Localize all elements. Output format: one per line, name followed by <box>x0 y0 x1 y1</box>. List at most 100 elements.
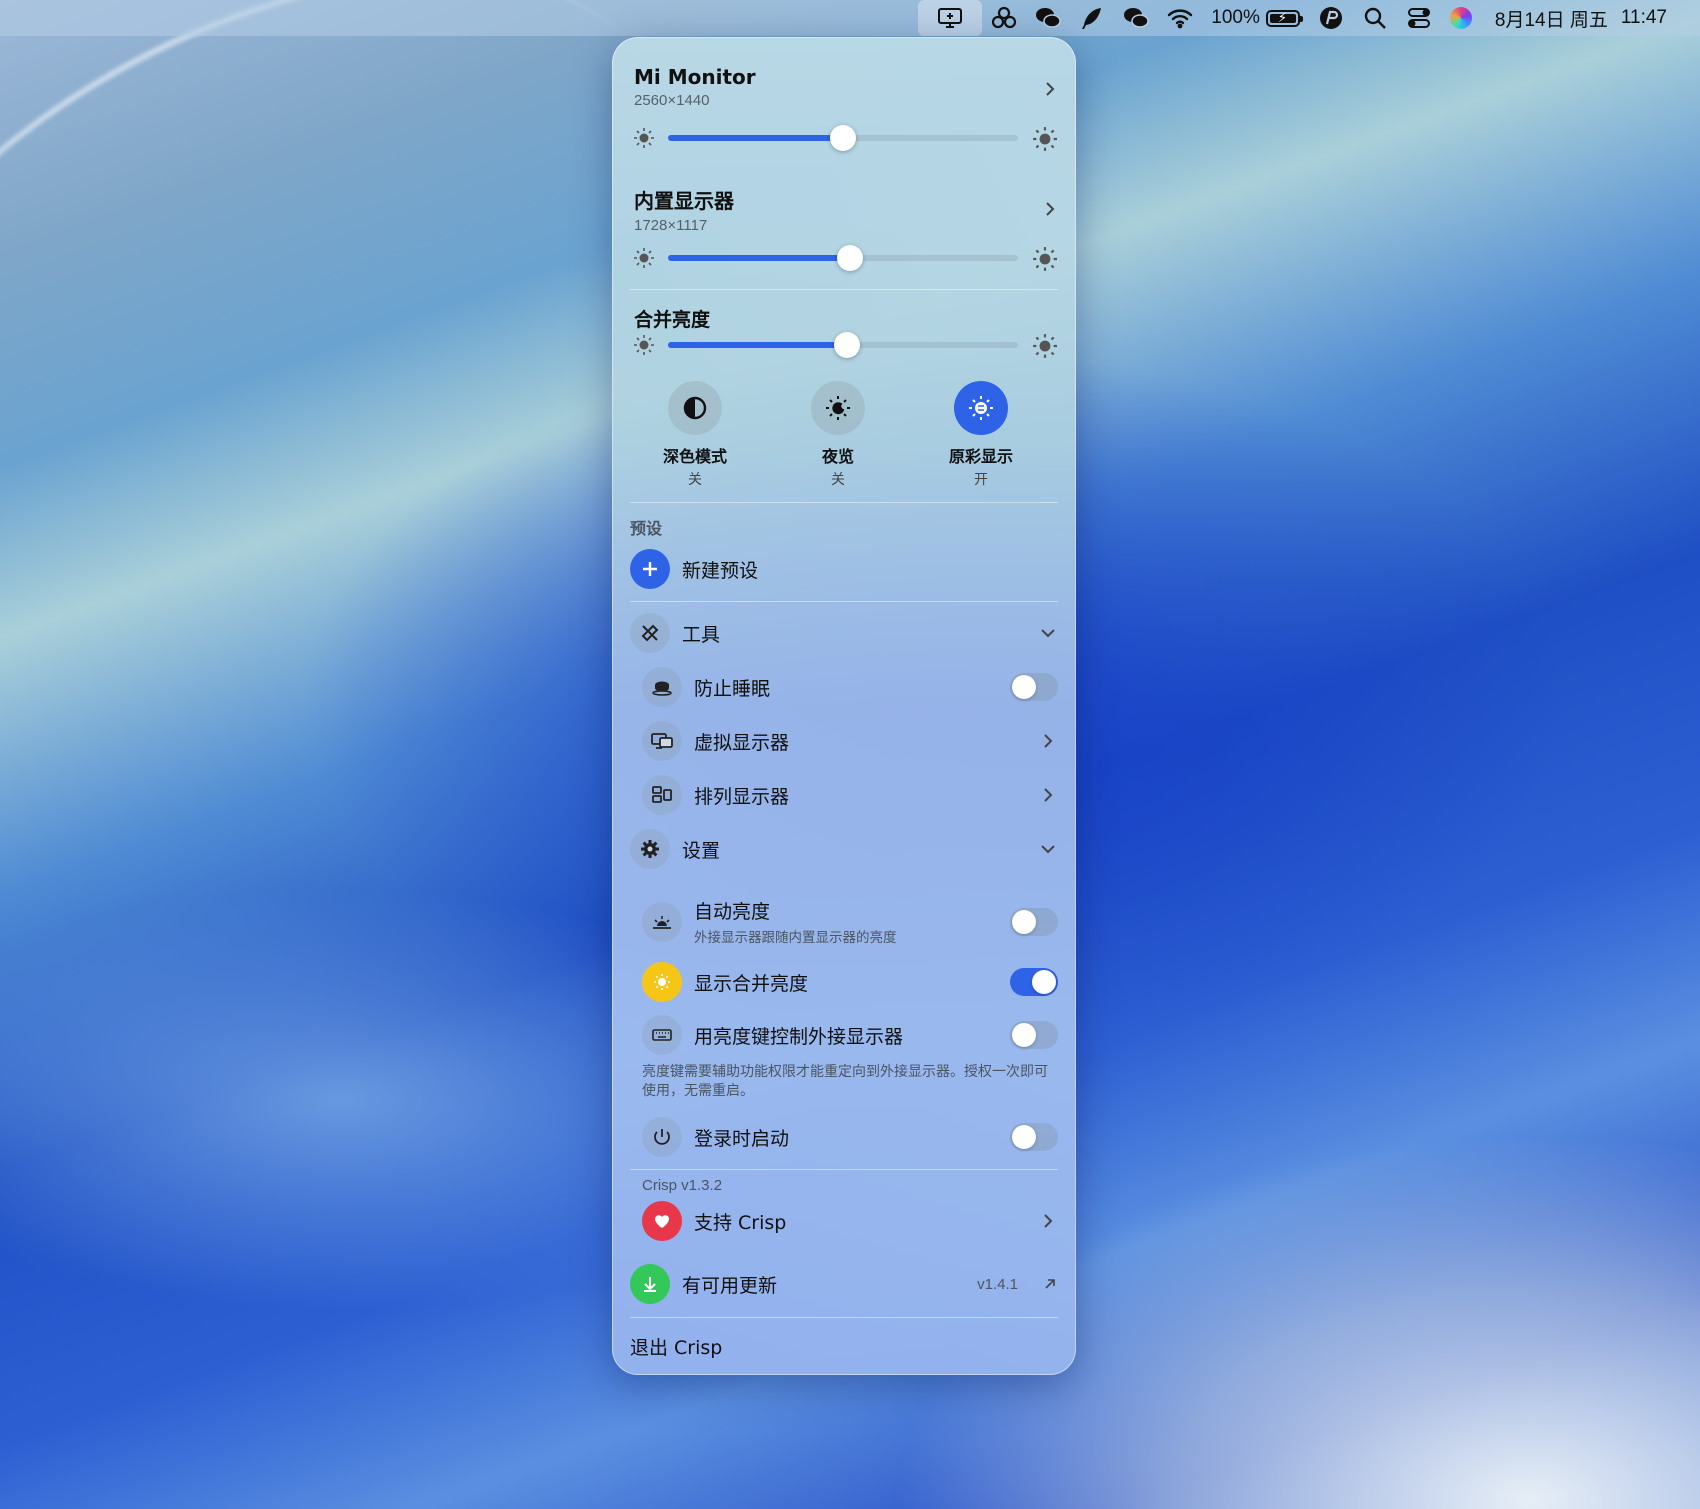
power-icon <box>642 1117 682 1157</box>
cluster-icon[interactable] <box>982 0 1026 36</box>
brightness-slider-builtin[interactable] <box>668 245 1018 271</box>
prevent-sleep-toggle[interactable] <box>1010 673 1058 701</box>
crisp-menu-panel: Mi Monitor 2560×1440 内置显示器 1728×1117 合并亮… <box>612 37 1076 1375</box>
show-combined-label: 显示合并亮度 <box>694 972 809 995</box>
wifi-icon[interactable] <box>1158 0 1202 36</box>
slider-fill <box>668 255 850 261</box>
support-crisp-label: 支持 Crisp <box>694 1211 787 1234</box>
brightness-keys-toggle[interactable] <box>1010 1021 1058 1049</box>
show-combined-toggle[interactable] <box>1010 968 1058 996</box>
chevron-right-icon[interactable] <box>1040 199 1060 219</box>
chevron-right-icon[interactable] <box>1040 79 1060 99</box>
plus-icon <box>630 549 670 589</box>
mode-night-shift[interactable]: 夜览 关 <box>793 381 883 489</box>
display-name: Mi Monitor <box>634 65 756 89</box>
half-circle-icon <box>683 396 707 420</box>
chevron-down-icon <box>1041 629 1055 638</box>
menubar-date[interactable]: 8月14日 周五 <box>1481 0 1617 36</box>
sun-icon <box>642 962 682 1002</box>
night-shift-button[interactable] <box>811 381 865 435</box>
divider <box>630 1169 1058 1170</box>
divider <box>630 289 1058 290</box>
search-icon[interactable] <box>1353 0 1397 36</box>
sunrise-icon <box>642 901 682 942</box>
battery-icon: ⚡ <box>1265 9 1303 27</box>
mode-true-tone[interactable]: 原彩显示 开 <box>936 381 1026 489</box>
divider <box>630 601 1058 602</box>
auto-brightness-subtitle: 外接显示器跟随内置显示器的亮度 <box>694 930 897 946</box>
tool-row-virtual-display[interactable]: 虚拟显示器 <box>642 721 1058 761</box>
new-preset-row[interactable]: 新建预设 <box>630 549 758 589</box>
dark-mode-button[interactable] <box>668 381 722 435</box>
virtual-display-label: 虚拟显示器 <box>694 731 790 754</box>
slider-fill <box>668 342 847 348</box>
heart-icon <box>642 1201 682 1241</box>
setting-row-login[interactable]: 登录时启动 <box>642 1117 1058 1157</box>
update-version: v1.4.1 <box>977 1275 1018 1293</box>
crisp-display-icon[interactable] <box>918 0 983 36</box>
app-version: Crisp v1.3.2 <box>642 1177 723 1194</box>
settings-section-header[interactable]: 设置 <box>630 829 1058 869</box>
mode-state: 关 <box>688 472 702 488</box>
display-resolution: 1728×1117 <box>634 217 708 234</box>
update-row[interactable]: 有可用更新 v1.4.1 <box>630 1264 1058 1304</box>
feather-icon[interactable] <box>1070 0 1114 36</box>
mode-label: 夜览 <box>821 447 854 466</box>
slider-fill <box>668 135 843 141</box>
quit-crisp-button[interactable]: 退出 Crisp <box>630 1333 722 1360</box>
true-tone-button[interactable] <box>954 381 1008 435</box>
mode-dark[interactable]: 深色模式 关 <box>650 381 740 489</box>
brightness-keys-label: 用亮度键控制外接显示器 <box>694 1025 904 1048</box>
sun-bright-icon <box>1033 247 1057 271</box>
brightness-slider-combined[interactable] <box>668 332 1018 358</box>
sun-dim-icon <box>634 128 654 148</box>
sun-bright-icon <box>1033 334 1057 358</box>
tools-section-header[interactable]: 工具 <box>630 613 1058 653</box>
auto-brightness-toggle[interactable] <box>1010 907 1058 936</box>
keyboard-icon <box>642 1015 682 1055</box>
gear-icon <box>630 829 670 869</box>
support-crisp-row[interactable]: 支持 Crisp <box>642 1201 1058 1241</box>
wechat-icon[interactable] <box>1026 0 1070 36</box>
pixelmator-icon[interactable] <box>1309 0 1353 36</box>
tools-icon <box>630 613 670 653</box>
mode-label: 原彩显示 <box>948 447 1013 466</box>
coffee-cup-icon <box>642 667 682 707</box>
slider-knob[interactable] <box>833 332 860 358</box>
display-header-mi-monitor[interactable]: Mi Monitor 2560×1440 <box>634 65 756 109</box>
setting-row-brightness-keys[interactable]: 用亮度键控制外接显示器 <box>642 1015 1058 1055</box>
sun-bright-icon <box>1033 127 1057 151</box>
tool-row-prevent-sleep[interactable]: 防止睡眠 <box>642 667 1058 707</box>
wechat-icon[interactable] <box>1114 0 1158 36</box>
external-arrow-icon <box>1045 1279 1055 1289</box>
prevent-sleep-label: 防止睡眠 <box>694 677 771 700</box>
setting-row-auto-brightness[interactable]: 自动亮度 外接显示器跟随内置显示器的亮度 <box>642 897 1058 946</box>
true-tone-icon <box>969 396 993 420</box>
battery-percent: 100% <box>1211 7 1260 28</box>
arrange-displays-label: 排列显示器 <box>694 785 790 808</box>
presets-heading: 预设 <box>630 519 663 538</box>
control-center-icon[interactable] <box>1397 0 1441 36</box>
mode-state: 开 <box>974 472 988 488</box>
chevron-down-icon <box>1041 845 1055 854</box>
auto-brightness-label: 自动亮度 <box>694 901 771 923</box>
battery-status[interactable]: 100% ⚡ <box>1202 0 1309 36</box>
display-header-builtin[interactable]: 内置显示器 1728×1117 <box>634 185 734 234</box>
setting-row-show-combined[interactable]: 显示合并亮度 <box>642 962 1058 1002</box>
night-sun-icon <box>826 396 850 420</box>
login-toggle[interactable] <box>1010 1123 1058 1151</box>
tool-row-arrange-displays[interactable]: 排列显示器 <box>642 775 1058 815</box>
brightness-slider-mi-monitor[interactable] <box>668 125 1018 151</box>
siri-icon[interactable] <box>1441 0 1481 36</box>
arrange-displays-icon <box>642 775 682 815</box>
settings-label: 设置 <box>682 839 721 862</box>
slider-knob[interactable] <box>830 125 856 151</box>
new-preset-label: 新建预设 <box>682 559 759 582</box>
slider-knob[interactable] <box>837 245 863 271</box>
chevron-right-icon <box>1044 1214 1053 1228</box>
menu-bar: 100% ⚡ 8月14日 周五 11:47 <box>0 0 1700 36</box>
mode-label: 深色模式 <box>662 447 727 466</box>
brightness-keys-note: 亮度键需要辅助功能权限才能重定向到外接显示器。授权一次即可使用，无需重启。 <box>642 1064 1048 1099</box>
menubar-time[interactable]: 11:47 <box>1617 0 1676 36</box>
update-label: 有可用更新 <box>682 1274 778 1297</box>
